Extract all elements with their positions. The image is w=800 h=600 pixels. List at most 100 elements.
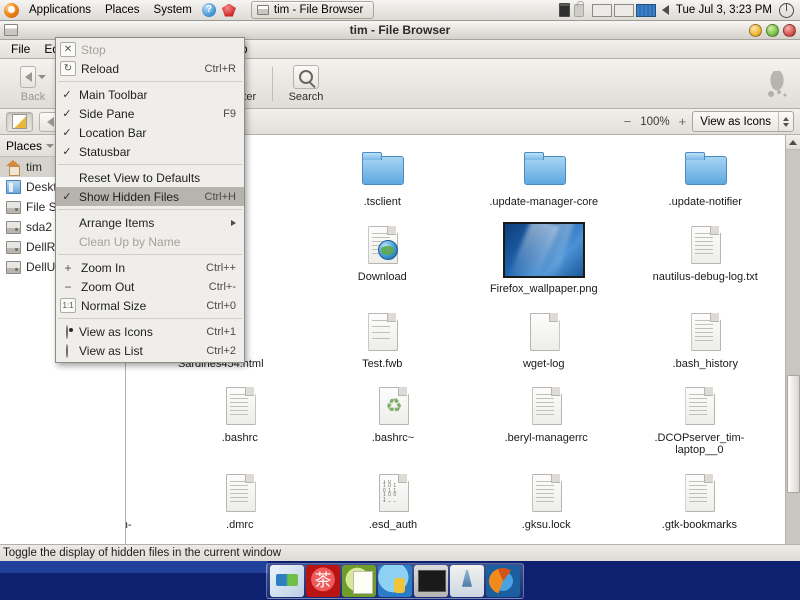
list-item[interactable]: .gtk-bookmarks xyxy=(623,464,776,543)
file-label: .update-manager-core xyxy=(489,196,599,208)
list-item[interactable]: ♻ .bashrc~ xyxy=(316,377,469,456)
sidebar-item-label: tim xyxy=(26,160,42,174)
system-tray: Tue Jul 3, 3:23 PM xyxy=(558,0,800,18)
menu-item-view-as-list[interactable]: View as List Ctrl+2 xyxy=(56,341,244,360)
list-item[interactable]: .bash_logout xyxy=(126,377,163,456)
menu-item-accel: F9 xyxy=(223,107,236,120)
editor-icon[interactable] xyxy=(342,565,376,597)
folder-icon xyxy=(520,145,568,193)
list-item[interactable]: .bash_history xyxy=(625,303,787,370)
scrollbar-track[interactable] xyxy=(785,150,800,545)
menu-item-statusbar[interactable]: ✓ Statusbar xyxy=(56,142,244,161)
workspace-2-icon[interactable] xyxy=(613,3,634,17)
list-item[interactable]: Test.fwb xyxy=(302,303,464,370)
terminal-icon[interactable] xyxy=(414,565,448,597)
reload-icon: ↻ xyxy=(60,61,76,76)
list-item[interactable]: .beryl-managerrc xyxy=(470,377,623,456)
firefox-icon[interactable] xyxy=(486,565,520,597)
view-as-stepper[interactable] xyxy=(778,112,793,131)
lock-icon[interactable] xyxy=(573,0,584,17)
list-item[interactable]: Firefox_wallpaper.png xyxy=(463,216,625,295)
radio-selected-icon xyxy=(60,324,74,339)
menu-item-stop[interactable]: ✕ Stop xyxy=(56,40,244,59)
menu-separator xyxy=(58,164,242,165)
menu-item-zoom-in[interactable]: + Zoom In Ctrl++ xyxy=(56,258,244,277)
menu-item-clean-up-by-name[interactable]: Clean Up by Name xyxy=(56,232,244,251)
list-item[interactable]: .dmrc xyxy=(163,464,316,543)
menu-item-reload[interactable]: ↻ Reload Ctrl+R xyxy=(56,59,244,78)
menu-item-normal-size[interactable]: 1:1 Normal Size Ctrl+0 xyxy=(56,296,244,315)
panel-menu-applications[interactable]: Applications xyxy=(22,0,98,20)
menu-separator xyxy=(58,318,242,319)
menu-item-label: View as Icons xyxy=(79,324,153,339)
file-label: wget-log xyxy=(522,358,565,370)
list-item[interactable]: wget-log xyxy=(463,303,625,370)
menu-item-show-hidden-files[interactable]: ✓ Show Hidden Files Ctrl+H xyxy=(56,187,244,206)
list-item[interactable]: .bashrc xyxy=(163,377,316,456)
view-dropdown-menu[interactable]: ✕ Stop ↻ Reload Ctrl+R ✓ Main Toolbar ✓ … xyxy=(55,37,245,363)
list-item[interactable]: 1 01 0 10 1 11 0 0 11 0 11 0 0 1 .esd_au… xyxy=(316,464,469,543)
power-icon[interactable] xyxy=(779,2,794,18)
ruby-icon[interactable] xyxy=(221,3,236,17)
chat-icon[interactable] xyxy=(378,565,412,597)
menu-file[interactable]: File xyxy=(4,40,37,59)
clock[interactable]: Tue Jul 3, 3:23 PM xyxy=(673,4,775,16)
window-controls xyxy=(749,23,796,37)
menu-item-main-toolbar[interactable]: ✓ Main Toolbar xyxy=(56,85,244,104)
file-label: Test.fwb xyxy=(362,358,403,370)
list-item[interactable]: Download xyxy=(302,216,464,295)
workspace-3-icon[interactable] xyxy=(635,3,656,17)
back-icon xyxy=(20,65,36,88)
chevron-down-icon[interactable] xyxy=(38,74,46,79)
panel-menu-places[interactable]: Places xyxy=(98,0,147,20)
workspace-switcher[interactable] xyxy=(591,3,656,17)
list-item[interactable]: ↖ .DCOPserver_tim-laptop_:0 xyxy=(126,464,163,543)
blank-doc-icon xyxy=(520,307,568,355)
taskbar-window-button[interactable]: tim - File Browser xyxy=(250,1,375,19)
list-item[interactable]: .DCOPserver_tim-laptop__0 xyxy=(623,377,776,456)
list-item[interactable]: .gksu.lock xyxy=(470,464,623,543)
menu-item-view-as-icons[interactable]: View as Icons Ctrl+1 xyxy=(56,322,244,341)
file-manager-icon[interactable] xyxy=(270,565,304,597)
radio-unselected-icon xyxy=(60,343,74,358)
ubuntu-logo-icon[interactable] xyxy=(4,2,19,18)
zoom-out-button[interactable]: − xyxy=(624,115,632,128)
image-viewer-icon[interactable] xyxy=(450,565,484,597)
list-item[interactable]: .update-manager-core xyxy=(463,141,625,208)
checkmark-icon: ✓ xyxy=(62,89,72,101)
file-label: .beryl-managerrc xyxy=(504,432,588,444)
toolbar-separator xyxy=(272,66,273,101)
file-label: .bashrc~ xyxy=(371,432,415,444)
maximize-button[interactable] xyxy=(766,23,779,37)
menu-item-location-bar[interactable]: ✓ Location Bar xyxy=(56,123,244,142)
menu-item-side-pane[interactable]: ✓ Side Pane F9 xyxy=(56,104,244,123)
panel-menu-system[interactable]: System xyxy=(147,0,199,20)
menu-item-reset-view-to-defaults[interactable]: Reset View to Defaults xyxy=(56,168,244,187)
vertical-scrollbar[interactable] xyxy=(785,135,800,560)
scrollbar-thumb[interactable] xyxy=(786,375,800,493)
scroll-up-button[interactable] xyxy=(785,135,800,150)
list-item[interactable]: .tsclient xyxy=(302,141,464,208)
workspace-1-icon[interactable] xyxy=(591,3,612,17)
menu-item-arrange-items[interactable]: Arrange Items xyxy=(56,213,244,232)
list-item[interactable]: nautilus-debug-log.txt xyxy=(625,216,787,295)
volume-icon[interactable] xyxy=(661,5,669,15)
search-button[interactable]: Search xyxy=(277,64,335,103)
edit-location-icon xyxy=(12,114,27,129)
back-button[interactable]: Back xyxy=(4,65,62,103)
list-item[interactable]: .update-notifier xyxy=(625,141,787,208)
toggle-location-entry-button[interactable] xyxy=(6,111,33,132)
search-label: Search xyxy=(288,90,324,103)
bottom-panel[interactable] xyxy=(0,561,268,573)
tea-icon[interactable] xyxy=(306,565,340,597)
menu-item-zoom-out[interactable]: − Zoom Out Ctrl+- xyxy=(56,277,244,296)
minimize-button[interactable] xyxy=(749,23,762,37)
help-icon[interactable]: ? xyxy=(201,3,216,17)
menu-item-accel: Ctrl+- xyxy=(208,280,236,293)
menu-separator xyxy=(58,81,242,82)
view-as-select[interactable]: View as Icons xyxy=(692,111,794,132)
battery-icon[interactable] xyxy=(558,3,570,17)
close-button[interactable] xyxy=(783,23,796,37)
zoom-in-button[interactable]: + xyxy=(679,115,687,128)
drive-icon xyxy=(6,220,21,234)
